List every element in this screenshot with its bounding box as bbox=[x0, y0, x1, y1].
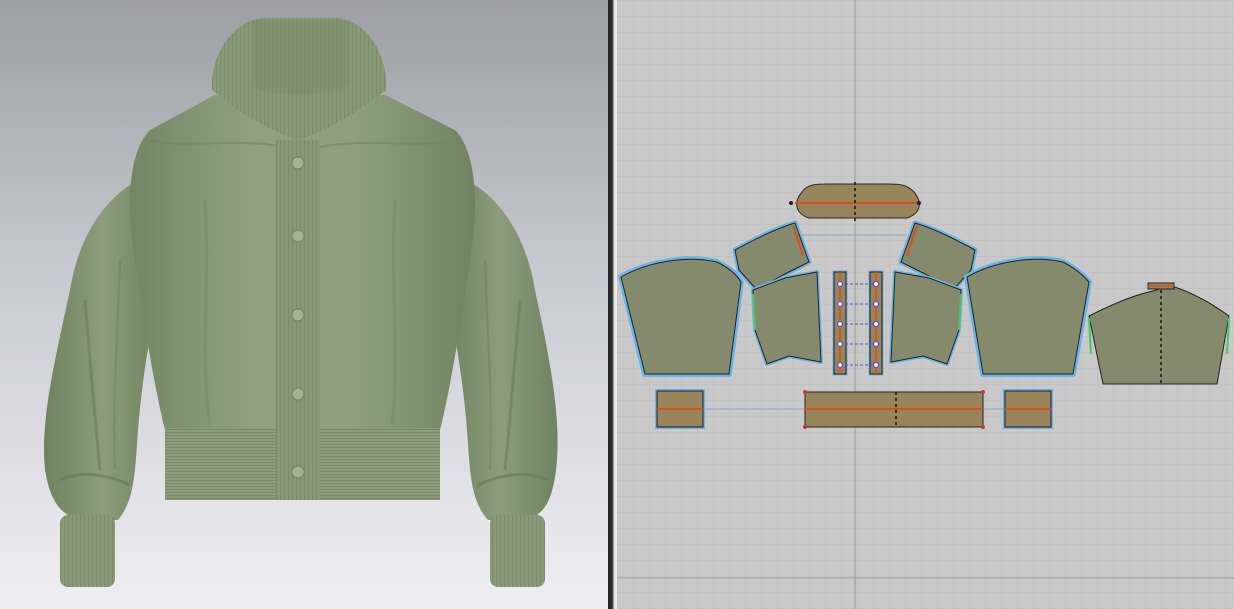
right-cuff bbox=[490, 515, 545, 587]
pattern-piece-collar[interactable] bbox=[789, 182, 921, 222]
3d-view-panel[interactable] bbox=[0, 0, 608, 609]
pattern-piece-waistband[interactable] bbox=[803, 390, 985, 429]
pattern-piece-right-front[interactable] bbox=[889, 270, 963, 366]
pattern-canvas[interactable] bbox=[617, 0, 1234, 609]
pattern-piece-left-sleeve[interactable] bbox=[618, 256, 744, 377]
panel-splitter[interactable] bbox=[608, 0, 617, 609]
3d-garment-canvas[interactable] bbox=[0, 0, 608, 609]
left-cuff bbox=[60, 515, 115, 587]
pattern-piece-right-cuff[interactable] bbox=[1003, 389, 1053, 429]
split-view bbox=[0, 0, 1234, 609]
pattern-piece-left-front[interactable] bbox=[751, 270, 823, 366]
2d-pattern-panel[interactable] bbox=[617, 0, 1234, 609]
jacket-body bbox=[130, 95, 475, 500]
pattern-piece-left-cuff[interactable] bbox=[655, 389, 705, 429]
pattern-piece-right-sleeve[interactable] bbox=[964, 256, 1092, 377]
